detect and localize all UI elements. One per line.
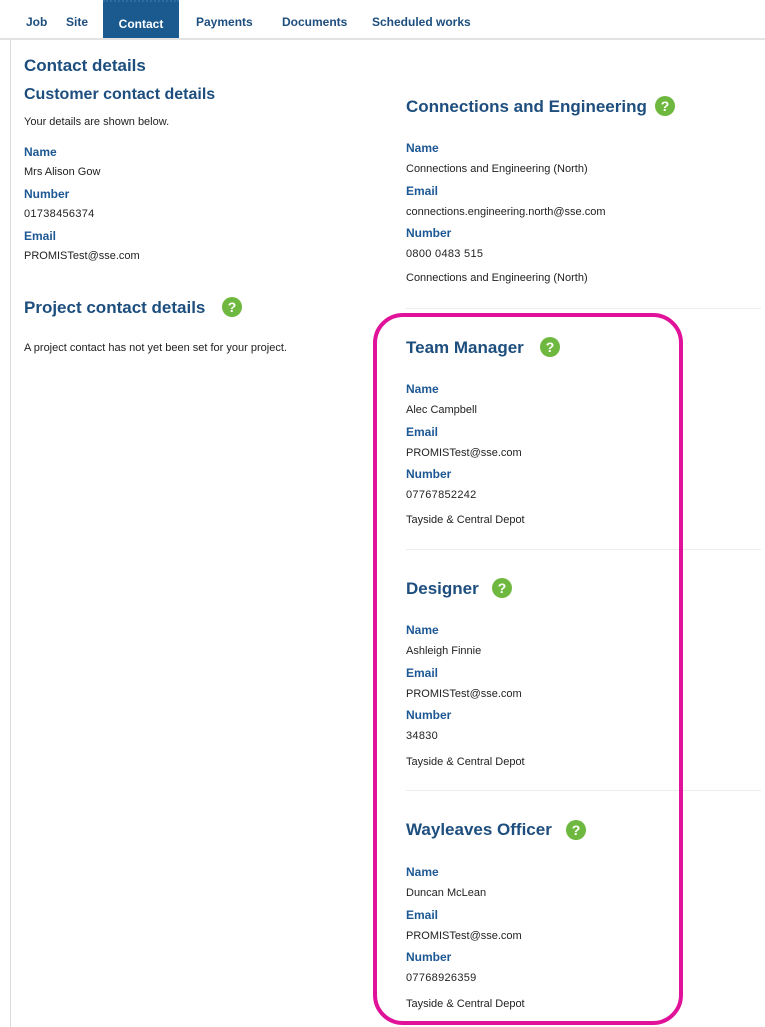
customer-contact-heading: Customer contact details [24,86,216,103]
tab-site[interactable]: Site [66,0,88,38]
section-divider [406,790,761,791]
project-contact-message: A project contact has not yet been set f… [24,342,287,354]
section-divider [406,308,761,309]
tab-documents[interactable]: Documents [282,0,347,38]
customer-number: 01738456374 [24,208,95,220]
team-manager-number: 07767852242 [406,489,477,501]
connections-email: connections.engineering.north@sse.com [406,206,606,218]
wayleaves-name: Duncan McLean [406,887,487,899]
team-manager-depot: Tayside & Central Depot [406,514,525,526]
connections-name-label: Name [406,141,439,155]
designer-email-label: Email [406,666,439,680]
connections-number: 0800 0483 515 [406,248,484,260]
project-help-icon[interactable]: ? [222,297,242,317]
team-manager-help-icon[interactable]: ? [540,337,560,357]
team-manager-heading: Team Manager [406,338,524,357]
designer-email: PROMISTest@sse.com [406,688,522,700]
connections-help-icon[interactable]: ? [655,96,675,116]
project-contact-heading: Project contact details [24,298,206,317]
tab-contact[interactable]: Contact [103,0,179,38]
designer-number: 34830 [406,730,439,742]
designer-number-label: Number [406,708,452,722]
designer-name-label: Name [406,623,439,637]
wayleaves-number-label: Number [406,950,452,964]
wayleaves-depot: Tayside & Central Depot [406,998,525,1010]
tab-job[interactable]: Job [26,0,47,38]
designer-name: Ashleigh Finnie [406,645,482,657]
connections-heading: Connections and Engineering [406,97,647,116]
connections-number-label: Number [406,226,452,240]
wayleaves-help-icon[interactable]: ? [566,820,586,840]
tab-scheduled-works[interactable]: Scheduled works [372,0,471,38]
customer-email: PROMISTest@sse.com [24,250,140,262]
team-manager-name-label: Name [406,382,439,396]
wayleaves-heading: Wayleaves Officer [406,820,552,839]
tab-payments[interactable]: Payments [196,0,253,38]
wayleaves-email: PROMISTest@sse.com [406,930,522,942]
tab-bar: Job Site Contact Payments Documents Sche… [0,0,765,40]
customer-email-label: Email [24,229,57,243]
team-manager-email: PROMISTest@sse.com [406,447,522,459]
team-manager-name: Alec Campbell [406,404,477,416]
team-manager-number-label: Number [406,467,452,481]
customer-number-label: Number [24,187,70,201]
customer-name-label: Name [24,145,57,159]
connections-email-label: Email [406,184,439,198]
wayleaves-number: 07768926359 [406,972,477,984]
wayleaves-name-label: Name [406,865,439,879]
designer-depot: Tayside & Central Depot [406,756,525,768]
designer-heading: Designer [406,579,479,598]
team-manager-email-label: Email [406,425,439,439]
left-divider [10,40,11,1027]
connections-location: Connections and Engineering (North) [406,272,588,284]
designer-help-icon[interactable]: ? [492,578,512,598]
customer-name: Mrs Alison Gow [24,166,101,178]
page-title: Contact details [24,56,146,75]
connections-name: Connections and Engineering (North) [406,163,588,175]
customer-intro: Your details are shown below. [24,116,170,128]
wayleaves-email-label: Email [406,908,439,922]
section-divider [406,549,761,550]
